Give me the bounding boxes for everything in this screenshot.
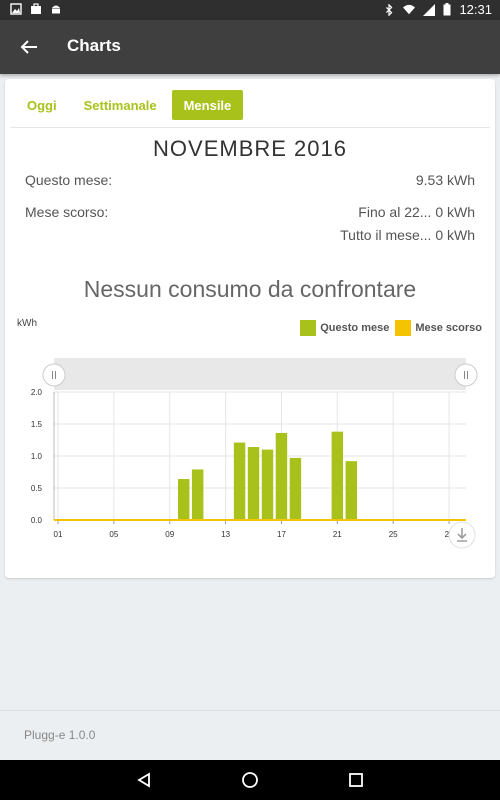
app-version: Plugg-e 1.0.0 <box>24 728 96 742</box>
bluetooth-icon <box>386 3 393 16</box>
app-bar: Charts <box>0 20 500 74</box>
battery-icon <box>443 3 451 16</box>
bar-questo-mese[interactable] <box>247 447 260 520</box>
home-circle-icon <box>242 772 258 788</box>
y-tick-label: 1.5 <box>31 420 43 429</box>
back-triangle-icon <box>137 772 150 788</box>
bar-questo-mese[interactable] <box>261 449 274 520</box>
recents-square-icon <box>349 773 363 787</box>
x-tick-label: 05 <box>109 530 118 539</box>
nav-back-button[interactable] <box>131 768 157 792</box>
footer-divider <box>0 710 500 711</box>
signal-icon <box>423 3 436 16</box>
y-tick-label: 1.0 <box>31 452 43 461</box>
range-handle-right[interactable] <box>454 363 478 387</box>
x-tick-label: 09 <box>165 530 174 539</box>
x-tick-label: 21 <box>333 530 342 539</box>
wifi-icon <box>403 4 416 14</box>
bar-chart[interactable]: 0.00.51.01.52.00105091317212529 <box>5 79 495 578</box>
y-tick-label: 0.0 <box>31 516 43 525</box>
navigation-bar <box>0 760 500 800</box>
arrow-back-icon <box>20 40 37 54</box>
android-icon <box>52 5 60 14</box>
range-handle-left[interactable] <box>42 363 66 387</box>
back-button[interactable] <box>14 33 44 61</box>
bar-questo-mese[interactable] <box>177 479 190 520</box>
page-title: Charts <box>67 36 121 55</box>
chart-area: 0.00.51.01.52.00105091317212529 <box>5 79 495 578</box>
nav-home-button[interactable] <box>237 768 263 792</box>
x-tick-label: 25 <box>389 530 398 539</box>
y-tick-label: 2.0 <box>31 388 43 397</box>
bar-questo-mese[interactable] <box>233 442 246 520</box>
image-icon <box>10 3 22 15</box>
chart-card: Oggi Settimanale Mensile NOVEMBRE 2016 Q… <box>5 79 495 578</box>
x-tick-label: 13 <box>221 530 230 539</box>
bar-questo-mese[interactable] <box>275 432 288 520</box>
clock: 12:31 <box>459 2 492 17</box>
bar-questo-mese[interactable] <box>289 457 302 520</box>
briefcase-icon <box>31 3 41 14</box>
x-tick-label: 17 <box>277 530 286 539</box>
range-selector-track[interactable] <box>54 358 466 390</box>
y-tick-label: 0.5 <box>31 484 43 493</box>
bar-questo-mese[interactable] <box>191 469 204 520</box>
x-tick-label: 01 <box>54 530 63 539</box>
bar-questo-mese[interactable] <box>345 461 358 520</box>
nav-recents-button[interactable] <box>343 768 369 792</box>
status-bar: 12:31 <box>0 0 500 20</box>
bar-questo-mese[interactable] <box>331 431 344 520</box>
